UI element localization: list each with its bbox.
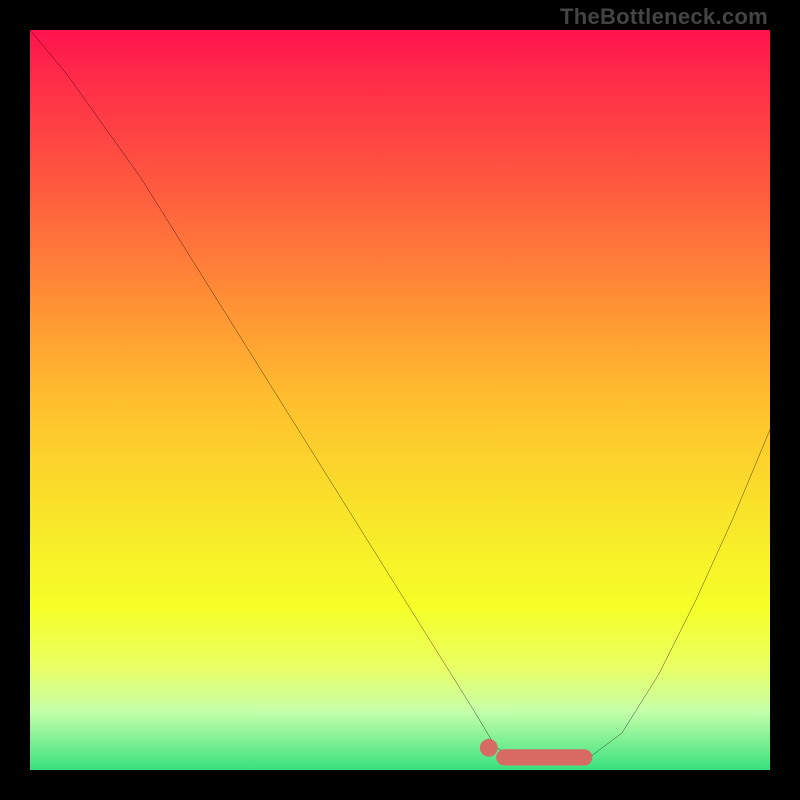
- chart-svg: [30, 30, 770, 770]
- bottleneck-curve-line: [30, 30, 770, 763]
- outer-frame: TheBottleneck.com: [0, 0, 800, 800]
- optimal-region-marker: [496, 749, 592, 765]
- optimal-start-dot: [480, 739, 498, 757]
- watermark-text: TheBottleneck.com: [560, 4, 768, 30]
- plot-area: [30, 30, 770, 770]
